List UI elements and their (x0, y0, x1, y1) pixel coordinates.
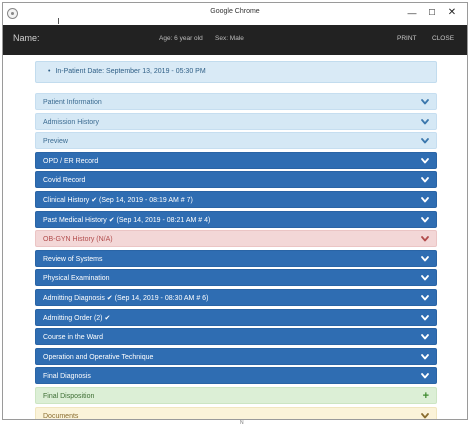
accordion-panel[interactable]: Admission History (35, 112, 437, 130)
close-button[interactable]: CLOSE (432, 35, 454, 42)
patient-sex: Sex: Male (215, 35, 244, 42)
accordion-panel[interactable]: Clinical History ✔ (Sep 14, 2019 - 08:19… (35, 191, 437, 208)
chevron-down-icon[interactable] (421, 368, 429, 379)
patient-name-label: Name: (13, 33, 40, 43)
maximize-button[interactable]: ☐ (423, 6, 441, 20)
panel-label: OPD / ER Record (43, 157, 99, 165)
accordion-panel[interactable]: Operation and Operative Technique (35, 347, 437, 365)
record-content: • In-Patient Date: September 13, 2019 - 0… (3, 55, 467, 420)
accordion-panel[interactable]: Final Diagnosis (35, 367, 437, 385)
panel-label: OB-GYN History (N/A) (43, 236, 113, 244)
panel-label: Operation and Operative Technique (43, 353, 154, 361)
chevron-down-icon[interactable] (421, 290, 429, 301)
inpatient-date-text: In-Patient Date: September 13, 2019 - 05… (55, 68, 206, 75)
panel-label: Review of Systems (43, 255, 103, 263)
panel-label: Admission History (43, 118, 100, 126)
accordion-panel[interactable]: OPD / ER Record (35, 151, 437, 169)
panel-label: Covid Record (43, 177, 86, 185)
panel-label: Admitting Order (2) ✔ (43, 314, 111, 322)
panel-label: Patient Information (43, 99, 102, 106)
window-title: Google Chrome (210, 8, 260, 15)
address-bar-cursor (58, 18, 59, 24)
chevron-down-icon[interactable] (421, 133, 429, 144)
title-bar: Google Chrome — ☐ ✕ (3, 3, 467, 25)
chevron-down-icon[interactable] (421, 408, 429, 419)
accordion-panel[interactable]: Course in the Ward (35, 328, 437, 346)
chevron-down-icon[interactable] (421, 172, 429, 183)
accordion-panel[interactable]: Physical Examination (35, 269, 437, 287)
accordion-panel[interactable]: Covid Record (35, 171, 437, 189)
panel-label: Past Medical History ✔ (Sep 14, 2019 - 0… (43, 216, 211, 224)
print-button[interactable]: PRINT (397, 35, 417, 42)
chevron-down-icon[interactable] (421, 251, 429, 262)
chevron-down-icon[interactable] (421, 94, 429, 105)
inpatient-date-alert: • In-Patient Date: September 13, 2019 - 0… (35, 61, 437, 83)
panel-label: Admitting Diagnosis ✔ (Sep 14, 2019 - 08… (43, 295, 209, 302)
chevron-down-icon[interactable] (421, 349, 429, 360)
panel-label: Physical Examination (43, 275, 110, 283)
browser-window: Google Chrome — ☐ ✕ Name: Age: 6 year ol… (2, 2, 468, 420)
close-window-button[interactable]: ✕ (443, 6, 461, 20)
panel-label: Final Diagnosis (43, 373, 91, 381)
patient-age: Age: 6 year old (159, 35, 203, 42)
panel-label: Preview (43, 138, 68, 146)
patient-header: Name: Age: 6 year old Sex: Male PRINT CL… (3, 25, 467, 55)
chevron-down-icon[interactable] (421, 270, 429, 281)
accordion-panel[interactable]: Review of Systems (35, 249, 437, 267)
accordion-panel[interactable]: Admitting Order (2) ✔ (35, 308, 437, 326)
chevron-down-icon[interactable] (421, 212, 429, 223)
minimize-button[interactable]: — (403, 6, 421, 20)
plus-icon[interactable]: + (423, 388, 429, 405)
accordion-panel[interactable]: Preview (35, 132, 437, 150)
accordion-panel[interactable]: Past Medical History ✔ (Sep 14, 2019 - 0… (35, 210, 437, 228)
accordion-panel[interactable]: Documents (35, 406, 437, 420)
panel-label: Clinical History ✔ (Sep 14, 2019 - 08:19… (43, 197, 193, 204)
chevron-down-icon[interactable] (421, 329, 429, 340)
page-marker: N (240, 420, 244, 426)
accordion-panel[interactable]: Patient Information (35, 93, 437, 110)
chevron-down-icon[interactable] (421, 153, 429, 164)
panel-label: Documents (43, 412, 79, 420)
panel-label: Final Disposition (43, 393, 95, 400)
chevron-down-icon[interactable] (421, 192, 429, 203)
bullet-icon: • (48, 68, 51, 75)
chevron-down-icon[interactable] (421, 114, 429, 125)
accordion-panel[interactable]: Final Disposition + (35, 387, 437, 404)
panel-label: Course in the Ward (43, 334, 104, 342)
accordion-panel[interactable]: OB-GYN History (N/A) (35, 230, 437, 248)
chevron-down-icon[interactable] (421, 310, 429, 321)
chevron-down-icon[interactable] (421, 231, 429, 242)
accordion-panel[interactable]: Admitting Diagnosis ✔ (Sep 14, 2019 - 08… (35, 289, 437, 306)
